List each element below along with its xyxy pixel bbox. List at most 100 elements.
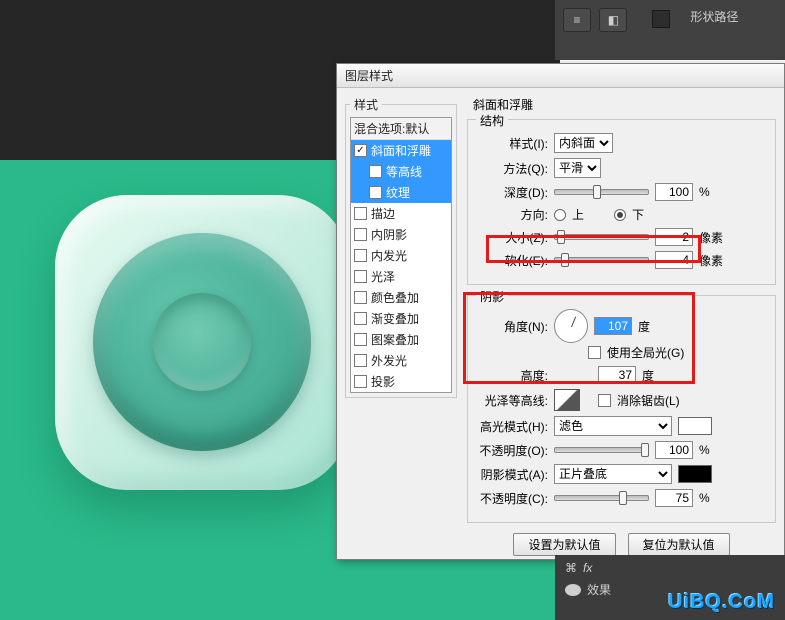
checkbox[interactable] xyxy=(354,249,367,262)
highlight-opacity-slider[interactable] xyxy=(554,447,649,453)
list-item-satin[interactable]: 光泽 xyxy=(351,266,451,287)
global-light-checkbox[interactable] xyxy=(588,346,601,359)
checkbox[interactable] xyxy=(354,354,367,367)
highlight-opacity-input[interactable] xyxy=(655,441,693,459)
soften-slider[interactable] xyxy=(554,257,649,263)
structure-group: 结构 样式(I): 内斜面 方法(Q): 平滑 深度(D): % 方向: 上 下 xyxy=(467,119,776,285)
opacity-unit: % xyxy=(699,443,710,457)
set-default-button[interactable]: 设置为默认值 xyxy=(513,533,615,556)
styles-header: 样式 xyxy=(350,96,382,113)
opacity-unit2: % xyxy=(699,491,710,505)
direction-up-radio[interactable] xyxy=(554,209,566,221)
checkbox-contour[interactable] xyxy=(369,165,382,178)
up-label: 上 xyxy=(572,206,584,223)
list-label: 光泽 xyxy=(371,268,395,285)
toolbtn-1[interactable]: ≡ xyxy=(563,8,591,32)
panel-label: 形状路径 xyxy=(690,8,738,25)
angle-label: 角度(N): xyxy=(476,318,548,335)
gloss-label: 光泽等高线: xyxy=(476,392,548,409)
list-label: 外发光 xyxy=(371,352,407,369)
shadow-opacity-label: 不透明度(C): xyxy=(476,490,548,507)
soften-input[interactable] xyxy=(655,251,693,269)
shadow-opacity-slider[interactable] xyxy=(554,495,649,501)
shadow-mode-select[interactable]: 正片叠底 xyxy=(554,464,672,484)
list-item-gradient-overlay[interactable]: 渐变叠加 xyxy=(351,308,451,329)
list-item-drop-shadow[interactable]: 投影 xyxy=(351,371,451,392)
shading-title: 阴影 xyxy=(476,288,508,305)
antialias-checkbox[interactable] xyxy=(598,394,611,407)
angle-input[interactable] xyxy=(594,317,632,335)
section-title: 斜面和浮雕 xyxy=(473,96,776,113)
watermark: UiBQ.CoM xyxy=(668,591,775,614)
fx-icon[interactable]: fx xyxy=(583,561,592,575)
icon-center-circle xyxy=(153,293,251,391)
list-item-texture[interactable]: 纹理 xyxy=(351,182,451,203)
style-label: 样式(I): xyxy=(476,135,548,152)
list-item-stroke[interactable]: 描边 xyxy=(351,203,451,224)
checkbox[interactable] xyxy=(354,270,367,283)
list-item-inner-glow[interactable]: 内发光 xyxy=(351,245,451,266)
dialog-titlebar[interactable]: 图层样式 xyxy=(337,64,784,88)
highlight-opacity-label: 不透明度(O): xyxy=(476,442,548,459)
effects-label: 效果 xyxy=(587,581,611,598)
depth-slider[interactable] xyxy=(554,189,649,195)
depth-input[interactable] xyxy=(655,183,693,201)
chain-icon[interactable]: ⌘ xyxy=(565,561,577,575)
list-item-bevel[interactable]: ✓ 斜面和浮雕 xyxy=(351,140,451,161)
toolbtn-2[interactable]: ◧ xyxy=(599,8,627,32)
styles-list[interactable]: 混合选项:默认 ✓ 斜面和浮雕 等高线 纹理 描边 内阴影 xyxy=(350,117,452,393)
size-unit: 像素 xyxy=(699,229,723,246)
altitude-unit: 度 xyxy=(642,367,654,384)
method-label: 方法(Q): xyxy=(476,160,548,177)
layer-style-dialog: 图层样式 样式 混合选项:默认 ✓ 斜面和浮雕 等高线 xyxy=(336,63,785,560)
checkbox-bevel[interactable]: ✓ xyxy=(354,144,367,157)
checkbox[interactable] xyxy=(354,375,367,388)
list-item-contour[interactable]: 等高线 xyxy=(351,161,451,182)
structure-title: 结构 xyxy=(476,112,508,129)
size-slider[interactable] xyxy=(554,234,649,240)
altitude-input[interactable] xyxy=(598,366,636,384)
shadow-mode-label: 阴影模式(A): xyxy=(476,466,548,483)
icon-ring xyxy=(93,233,311,451)
method-select[interactable]: 平滑 xyxy=(554,158,601,178)
direction-down-radio[interactable] xyxy=(614,209,626,221)
direction-label: 方向: xyxy=(476,206,548,223)
icon-rounded-square xyxy=(55,195,350,490)
shadow-color-swatch[interactable] xyxy=(678,465,712,483)
list-label: 斜面和浮雕 xyxy=(371,142,431,159)
size-input[interactable] xyxy=(655,228,693,246)
default-buttons-row: 设置为默认值 复位为默认值 xyxy=(467,533,776,556)
blend-options-row[interactable]: 混合选项:默认 xyxy=(351,118,451,140)
panel-swatch[interactable] xyxy=(652,10,670,28)
checkbox[interactable] xyxy=(354,228,367,241)
angle-dial[interactable] xyxy=(554,309,588,343)
list-item-outer-glow[interactable]: 外发光 xyxy=(351,350,451,371)
highlight-mode-label: 高光模式(H): xyxy=(476,418,548,435)
shadow-opacity-input[interactable] xyxy=(655,489,693,507)
depth-label: 深度(D): xyxy=(476,184,548,201)
soften-unit: 像素 xyxy=(699,252,723,269)
list-item-inner-shadow[interactable]: 内阴影 xyxy=(351,224,451,245)
highlight-color-swatch[interactable] xyxy=(678,417,712,435)
styles-list-box: 样式 混合选项:默认 ✓ 斜面和浮雕 等高线 纹理 xyxy=(345,96,457,398)
checkbox[interactable] xyxy=(354,333,367,346)
highlight-mode-select[interactable]: 滤色 xyxy=(554,416,672,436)
blend-options-label: 混合选项:默认 xyxy=(354,120,429,137)
list-item-color-overlay[interactable]: 颜色叠加 xyxy=(351,287,451,308)
settings-area: 斜面和浮雕 结构 样式(I): 内斜面 方法(Q): 平滑 深度(D): % 方… xyxy=(467,96,776,551)
checkbox[interactable] xyxy=(354,207,367,220)
global-light-label: 使用全局光(G) xyxy=(607,344,684,361)
checkbox[interactable] xyxy=(354,312,367,325)
list-label: 等高线 xyxy=(386,163,422,180)
gloss-contour-picker[interactable] xyxy=(554,389,580,411)
list-label: 描边 xyxy=(371,205,395,222)
list-item-pattern-overlay[interactable]: 图案叠加 xyxy=(351,329,451,350)
checkbox-texture[interactable] xyxy=(369,186,382,199)
eye-icon[interactable] xyxy=(565,584,581,596)
style-select[interactable]: 内斜面 xyxy=(554,133,613,153)
list-label: 渐变叠加 xyxy=(371,310,419,327)
list-label: 内阴影 xyxy=(371,226,407,243)
checkbox[interactable] xyxy=(354,291,367,304)
depth-unit: % xyxy=(699,185,710,199)
reset-default-button[interactable]: 复位为默认值 xyxy=(628,533,730,556)
